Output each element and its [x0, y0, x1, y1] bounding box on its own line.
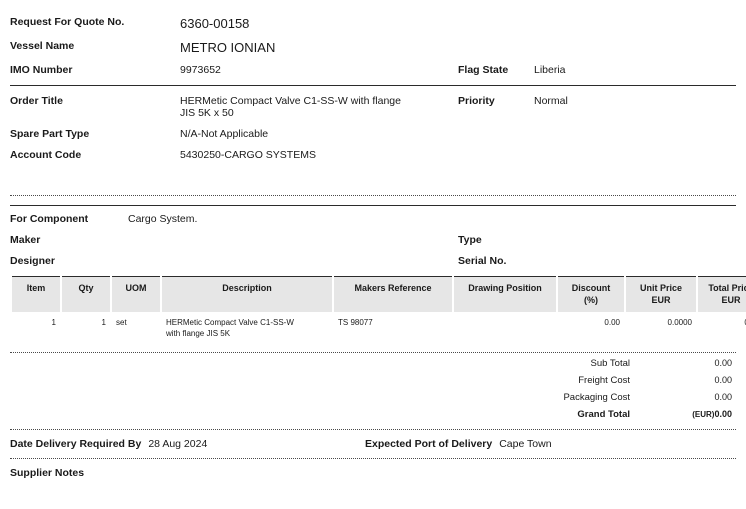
spacer-below-table [10, 342, 736, 352]
imo-number-label: IMO Number [10, 64, 73, 76]
sub-total-value: 0.00 [714, 357, 732, 368]
header-divider-rule [10, 85, 736, 86]
for-component-label: For Component [10, 213, 89, 225]
field-row-spare-part-type: Spare Part Type N/A-Not Applicable [10, 128, 736, 140]
date-delivery-value: 28 Aug 2024 [148, 437, 208, 450]
rfq-number-label: Request For Quote No. [10, 16, 125, 28]
field-row-imo-flag: IMO Number 9973652 Flag State Liberia [10, 64, 736, 76]
cell-description-line-2: with flange JIS 5K [166, 329, 231, 339]
cell-qty: 1 [101, 318, 106, 328]
flag-state-label: Flag State [458, 64, 509, 76]
priority-value: Normal [534, 95, 568, 107]
col-header-unit-price-line-1: Unit Price [639, 283, 682, 293]
cell-drawing-position [454, 312, 556, 341]
cell-description-line-1: HERMetic Compact Valve C1-SS-W [166, 318, 294, 328]
vessel-name-value: METRO IONIAN [180, 40, 276, 55]
col-header-discount-line-2: (%) [584, 295, 598, 306]
supplier-notes-label: Supplier Notes [10, 466, 85, 479]
cell-total-price: 0.00 [698, 312, 746, 341]
cell-uom: set [116, 318, 127, 328]
col-header-drawing-position: Drawing Position [454, 276, 556, 313]
grand-total-label: Grand Total [577, 408, 630, 420]
grand-total-value: 0.00 [714, 408, 732, 419]
field-row-account-code: Account Code 5430250-CARGO SYSTEMS [10, 149, 736, 161]
col-header-total-price-line-2: EUR [721, 295, 741, 306]
cell-item: 1 [51, 318, 56, 328]
totals-row-freight-cost: Freight Cost 0.00 [10, 372, 736, 389]
col-header-description: Description [162, 276, 332, 313]
field-row-vessel-name: Vessel Name METRO IONIAN [10, 40, 736, 55]
freight-cost-label: Freight Cost [578, 374, 630, 386]
header-info-block: Request For Quote No. 6360-00158 Vessel … [10, 0, 736, 161]
packaging-cost-label: Packaging Cost [563, 391, 630, 403]
cell-unit-price: 0.0000 [667, 318, 692, 328]
field-row-rfq-number: Request For Quote No. 6360-00158 [10, 16, 736, 31]
component-block: For Component Cargo System. Maker Type D… [10, 213, 736, 267]
field-row-designer-serial: Designer Serial No. [10, 255, 736, 267]
cell-makers-reference: TS 98077 [338, 318, 373, 328]
rfq-number-value: 6360-00158 [180, 16, 250, 31]
col-header-item: Item [12, 276, 60, 313]
date-delivery-group: Date Delivery Required By 28 Aug 2024 [10, 438, 365, 450]
col-header-qty: Qty [62, 276, 110, 313]
col-header-total-price-line-1: Total Price [708, 283, 746, 293]
freight-cost-value: 0.00 [714, 374, 732, 385]
order-title-line-1: HERMetic Compact Valve C1-SS-W with flan… [180, 95, 401, 107]
date-delivery-label: Date Delivery Required By [10, 437, 142, 450]
order-title-label: Order Title [10, 95, 63, 107]
expected-port-group: Expected Port of Delivery Cape Town [365, 438, 736, 450]
grand-total-value-wrap: (EUR)0.00 [644, 409, 736, 419]
sub-total-label: Sub Total [590, 357, 630, 369]
spare-part-type-value: N/A-Not Applicable [180, 128, 269, 140]
col-header-unit-price: Unit Price EUR [626, 276, 696, 313]
expected-port-value: Cape Town [499, 437, 552, 450]
field-row-order-title-priority: Order Title HERMetic Compact Valve C1-SS… [10, 95, 736, 119]
account-code-value: 5430250-CARGO SYSTEMS [180, 149, 316, 161]
flag-state-value: Liberia [534, 64, 566, 76]
serial-no-label: Serial No. [458, 255, 507, 267]
spare-part-type-label: Spare Part Type [10, 128, 90, 140]
vessel-name-label: Vessel Name [10, 40, 75, 52]
type-label: Type [458, 234, 482, 246]
cell-discount: 0.00 [604, 318, 620, 328]
totals-row-packaging-cost: Packaging Cost 0.00 [10, 389, 736, 406]
grand-total-currency: (EUR) [692, 409, 715, 419]
col-header-unit-price-line-2: EUR [651, 295, 671, 306]
priority-label: Priority [458, 95, 495, 107]
designer-label: Designer [10, 255, 55, 267]
totals-row-grand-total: Grand Total (EUR)0.00 [10, 406, 736, 423]
component-divider-rule [10, 205, 736, 206]
col-header-uom: UOM [112, 276, 160, 313]
order-title-value: HERMetic Compact Valve C1-SS-W with flan… [180, 95, 458, 119]
totals-row-sub-total: Sub Total 0.00 [10, 355, 736, 372]
rfq-document: Request For Quote No. 6360-00158 Vessel … [0, 0, 746, 509]
maker-label: Maker [10, 234, 41, 246]
packaging-cost-value: 0.00 [714, 391, 732, 402]
spacer-dotted-rule [10, 196, 736, 205]
col-header-discount-line-1: Discount [571, 283, 611, 293]
line-items-table: Item Qty UOM Description Makers Referenc… [10, 276, 746, 342]
totals-block: Sub Total 0.00 Freight Cost 0.00 Packagi… [10, 355, 736, 423]
table-row: 1 1 set HERMetic Compact Valve C1-SS-W w… [12, 312, 746, 341]
col-header-total-price: Total Price EUR [698, 276, 746, 313]
col-header-makers-reference: Makers Reference [334, 276, 452, 313]
imo-number-value: 9973652 [180, 64, 221, 76]
spacer-above-component [10, 170, 736, 195]
designer-value [128, 255, 458, 267]
table-bottom-dotted-separator [10, 351, 736, 353]
expected-port-label: Expected Port of Delivery [365, 437, 493, 450]
for-component-value: Cargo System. [128, 213, 198, 225]
cell-description: HERMetic Compact Valve C1-SS-W with flan… [162, 312, 332, 341]
order-title-line-2: JIS 5K x 50 [180, 107, 234, 119]
table-header-row: Item Qty UOM Description Makers Referenc… [12, 276, 746, 313]
col-header-discount: Discount (%) [558, 276, 624, 313]
field-row-for-component: For Component Cargo System. [10, 213, 736, 225]
maker-value [128, 234, 458, 246]
account-code-label: Account Code [10, 149, 82, 161]
field-row-maker-type: Maker Type [10, 234, 736, 246]
delivery-info-row: Date Delivery Required By 28 Aug 2024 Ex… [10, 430, 736, 458]
